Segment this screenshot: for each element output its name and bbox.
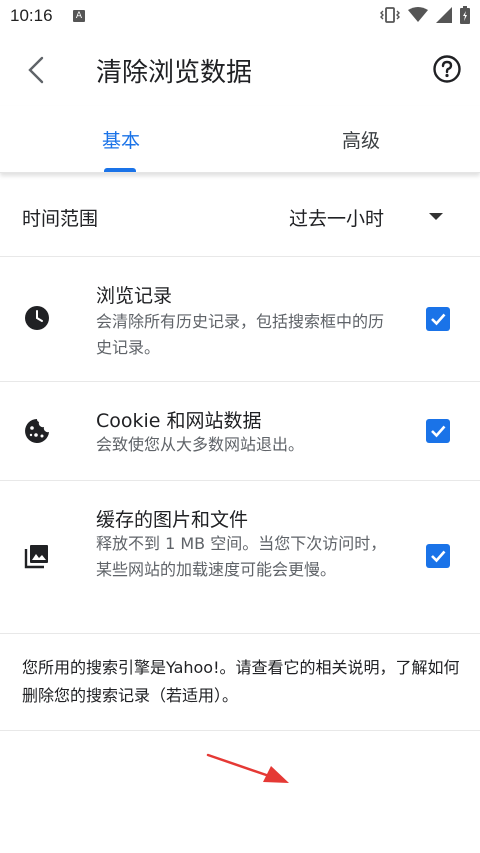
item-title: Cookie 和网站数据 — [96, 410, 262, 432]
cookie-icon — [25, 419, 49, 443]
check-icon — [431, 313, 446, 326]
checkbox-cookies[interactable] — [426, 419, 450, 443]
wifi-icon — [408, 7, 428, 22]
checkbox-cached-files[interactable] — [426, 544, 450, 568]
checkbox-browsing-history[interactable] — [426, 307, 450, 331]
status-bar: 10:16 A — [0, 0, 480, 34]
item-subtitle: 会清除所有历史记录，包括搜索框中的历史记录。 — [96, 312, 385, 357]
notification-a-icon: A — [73, 10, 85, 22]
back-arrow-icon[interactable] — [22, 52, 54, 88]
divider — [0, 730, 480, 731]
search-engine-note: 您所用的搜索引擎是Yahoo!。请查看它的相关说明，了解如何删除您的搜索记录（若… — [22, 658, 460, 705]
app-bar: 清除浏览数据 — [0, 34, 480, 106]
list-item-browsing-history[interactable]: 浏览记录 会清除所有历史记录，包括搜索框中的历史记录。 — [0, 257, 480, 382]
tab-advanced[interactable]: 高级 — [342, 126, 380, 153]
dropdown-arrow-icon[interactable] — [429, 213, 443, 220]
list-item-cached-files[interactable]: 缓存的图片和文件 释放不到 1 MB 空间。当您下次访问时，某些网站的加载速度可… — [0, 481, 480, 634]
time-range-select[interactable]: 过去一小时 — [289, 204, 384, 231]
check-icon — [431, 550, 446, 563]
status-time: 10:16 — [10, 6, 53, 25]
tab-bar: 基本 高级 — [0, 106, 480, 173]
battery-icon — [460, 6, 470, 24]
clock-icon — [25, 306, 49, 330]
tab-basic[interactable]: 基本 — [102, 126, 140, 153]
check-icon — [431, 425, 446, 438]
image-library-icon — [24, 545, 48, 569]
help-icon[interactable] — [432, 54, 462, 84]
time-range-label: 时间范围 — [22, 208, 99, 230]
tab-indicator — [104, 168, 136, 172]
item-title: 缓存的图片和文件 — [96, 509, 249, 531]
item-subtitle: 会致使您从大多数网站退出。 — [96, 435, 305, 454]
list-item-cookies[interactable]: Cookie 和网站数据 会致使您从大多数网站退出。 — [0, 382, 480, 481]
status-icons — [380, 6, 470, 24]
signal-icon — [436, 7, 452, 23]
time-range-row[interactable]: 时间范围 过去一小时 — [0, 174, 480, 257]
red-arrow-annotation — [206, 753, 289, 783]
item-title: 浏览记录 — [96, 285, 173, 307]
vibrate-icon — [380, 7, 400, 23]
page-title: 清除浏览数据 — [96, 58, 253, 88]
item-subtitle: 释放不到 1 MB 空间。当您下次访问时，某些网站的加载速度可能会更慢。 — [96, 534, 387, 579]
